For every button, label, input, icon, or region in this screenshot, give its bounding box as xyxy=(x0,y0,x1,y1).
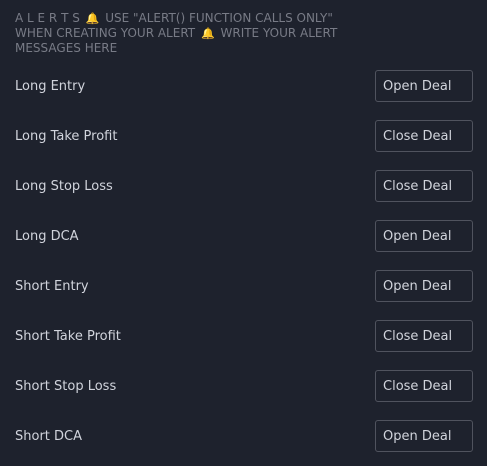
setting-label-long-dca: Long DCA xyxy=(15,229,79,244)
setting-label-long-entry: Long Entry xyxy=(15,79,86,94)
setting-row-short-dca: Short DCA xyxy=(0,420,487,454)
setting-row-long-dca: Long DCA xyxy=(0,220,487,254)
setting-label-short-dca: Short DCA xyxy=(15,429,82,444)
setting-row-short-stop-loss: Short Stop Loss xyxy=(0,370,487,404)
header-part-1: A L E R T S xyxy=(15,11,80,25)
bell-icon: 🔔 xyxy=(85,12,100,25)
short-entry-message-input[interactable] xyxy=(375,270,473,302)
long-entry-message-input[interactable] xyxy=(375,70,473,102)
short-take-profit-message-input[interactable] xyxy=(375,320,473,352)
setting-row-long-stop-loss: Long Stop Loss xyxy=(0,170,487,204)
setting-label-long-take-profit: Long Take Profit xyxy=(15,129,118,144)
bell-icon: 🔔 xyxy=(200,27,215,40)
setting-row-short-entry: Short Entry xyxy=(0,270,487,304)
setting-label-short-entry: Short Entry xyxy=(15,279,89,294)
short-dca-message-input[interactable] xyxy=(375,420,473,452)
setting-row-long-take-profit: Long Take Profit xyxy=(0,120,487,154)
setting-row-short-take-profit: Short Take Profit xyxy=(0,320,487,354)
long-take-profit-message-input[interactable] xyxy=(375,120,473,152)
setting-row-long-entry: Long Entry xyxy=(0,70,487,104)
alerts-section-header: A L E R T S 🔔 USE "ALERT() FUNCTION CALL… xyxy=(15,11,360,56)
long-dca-message-input[interactable] xyxy=(375,220,473,252)
short-stop-loss-message-input[interactable] xyxy=(375,370,473,402)
setting-label-short-take-profit: Short Take Profit xyxy=(15,329,121,344)
setting-label-long-stop-loss: Long Stop Loss xyxy=(15,179,113,194)
setting-label-short-stop-loss: Short Stop Loss xyxy=(15,379,117,394)
long-stop-loss-message-input[interactable] xyxy=(375,170,473,202)
